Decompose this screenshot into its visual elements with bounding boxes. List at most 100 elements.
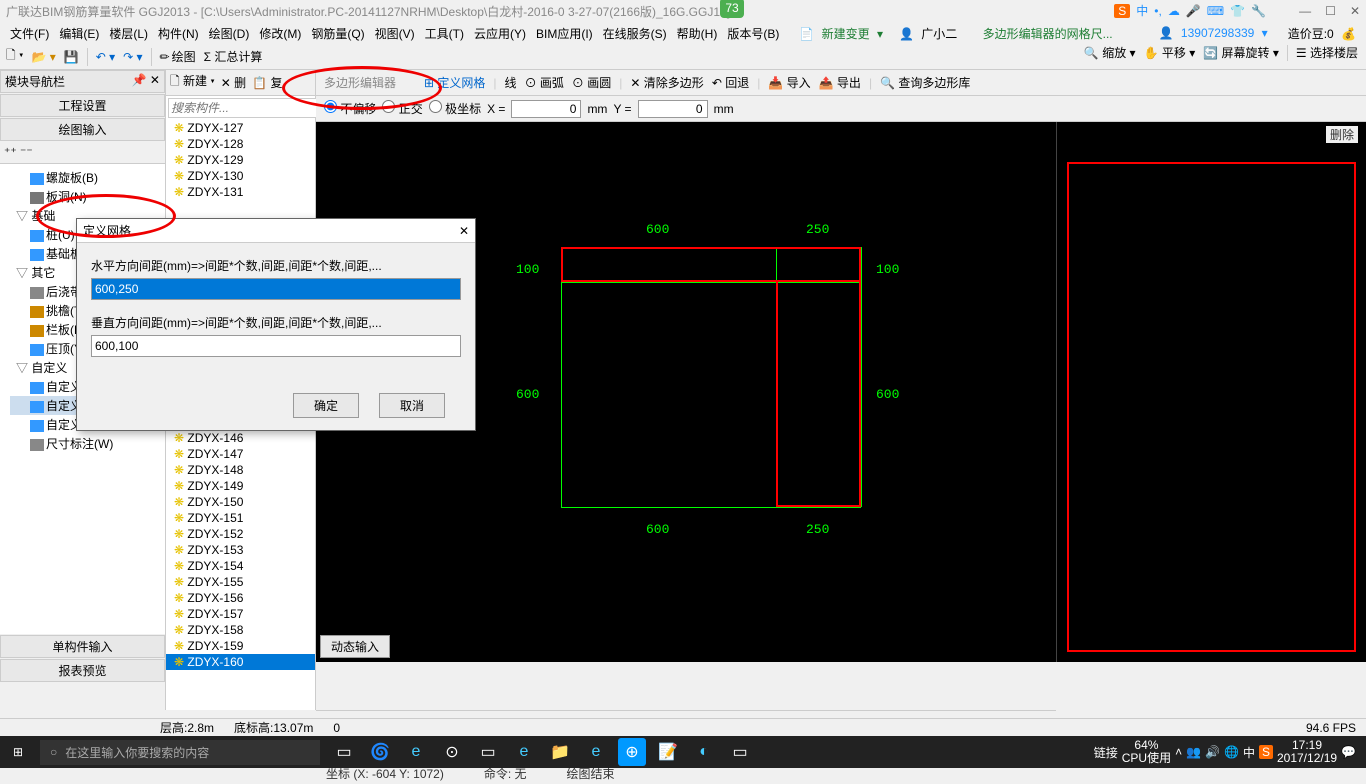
list-item[interactable]: ZDYX-129 (166, 152, 315, 168)
pan-button[interactable]: ✋ 平移 ▾ (1144, 44, 1196, 61)
ime-kbd-icon[interactable]: ⌨ (1207, 4, 1224, 18)
new-comp-button[interactable]: 🗋 新建 ▾ (170, 72, 215, 93)
app-icon-5[interactable]: 📝 (654, 738, 682, 766)
open-file-icon[interactable]: 📂 ▾ (31, 50, 55, 64)
list-item[interactable]: ZDYX-156 (166, 590, 315, 606)
pin-icon[interactable]: 📌 ✕ (132, 73, 160, 90)
list-item[interactable]: ZDYX-157 (166, 606, 315, 622)
list-item[interactable]: ZDYX-130 (166, 168, 315, 184)
menu-floor[interactable]: 楼层(L) (105, 23, 152, 44)
menu-help[interactable]: 帮助(H) (673, 23, 722, 44)
list-item[interactable]: ZDYX-146 (166, 430, 315, 446)
draw-button[interactable]: ✏ 绘图 (160, 48, 196, 65)
arc-button[interactable]: ⊙ 画弧 (525, 74, 564, 91)
menu-bim[interactable]: BIM应用(I) (532, 23, 597, 44)
search-input[interactable] (168, 98, 317, 118)
tree-item[interactable]: 板洞(N) (10, 187, 165, 206)
y-input[interactable] (638, 100, 708, 118)
tray-notif-icon[interactable]: 💬 (1341, 745, 1356, 759)
menu-draw[interactable]: 绘图(D) (205, 23, 254, 44)
menu-version[interactable]: 版本号(B) (723, 23, 783, 44)
task-view-icon[interactable]: ▭ (330, 738, 358, 766)
menu-cloud[interactable]: 云应用(Y) (470, 23, 530, 44)
ime-mic-icon[interactable]: 🎤 (1186, 4, 1201, 18)
tree-item[interactable]: 螺旋板(B) (10, 168, 165, 187)
no-offset-radio[interactable]: 不偏移 (324, 100, 376, 117)
tray-link[interactable]: 链接 (1094, 744, 1118, 761)
explorer-icon[interactable]: 📁 (546, 738, 574, 766)
save-icon[interactable]: 💾 (64, 50, 79, 64)
export-button[interactable]: 📤 导出 (819, 74, 861, 91)
app-icon-2[interactable]: ⊙ (438, 738, 466, 766)
phone-label[interactable]: 👤 13907298339 ▾ (1155, 24, 1272, 42)
list-item[interactable]: ZDYX-150 (166, 494, 315, 510)
list-item[interactable]: ZDYX-152 (166, 526, 315, 542)
start-button[interactable]: ⊞ (0, 745, 36, 759)
list-item[interactable]: ZDYX-149 (166, 478, 315, 494)
undo-icon[interactable]: ↶ ▾ (96, 50, 115, 64)
list-item[interactable]: ZDYX-158 (166, 622, 315, 638)
edge-icon[interactable]: e (402, 738, 430, 766)
polar-radio[interactable]: 极坐标 (429, 100, 481, 117)
dialog-close-icon[interactable]: ✕ (459, 224, 469, 238)
sum-button[interactable]: Σ 汇总计算 (204, 48, 263, 65)
menu-modify[interactable]: 修改(M) (255, 23, 305, 44)
tray-cn[interactable]: 中 (1243, 744, 1255, 761)
clear-button[interactable]: ✕ 清除多边形 (630, 74, 703, 91)
collapse-icon[interactable]: ⁻⁻ (20, 145, 33, 159)
close-button[interactable]: ✕ (1350, 4, 1360, 18)
new-change-button[interactable]: 📄 新建变更 ▾ (795, 23, 887, 44)
section-project[interactable]: 工程设置 (0, 94, 165, 117)
preview-canvas[interactable]: 删除 (1056, 122, 1366, 662)
back-button[interactable]: ↶ 回退 (712, 74, 749, 91)
dialog-ok-button[interactable]: 确定 (293, 393, 359, 418)
taskbar-search[interactable]: ○ 在这里输入你要搜索的内容 (40, 740, 320, 765)
ime-cloud-icon[interactable]: ☁ (1168, 4, 1180, 18)
ime-cn[interactable]: 中 (1136, 2, 1148, 19)
menu-edit[interactable]: 编辑(E) (55, 23, 103, 44)
menu-tool[interactable]: 工具(T) (421, 23, 468, 44)
menu-rebar[interactable]: 钢筋量(Q) (307, 23, 368, 44)
list-item[interactable]: ZDYX-151 (166, 510, 315, 526)
dialog-cancel-button[interactable]: 取消 (379, 393, 445, 418)
menu-file[interactable]: 文件(F) (6, 23, 53, 44)
h-spacing-input[interactable] (91, 278, 461, 300)
list-item[interactable]: ZDYX-159 (166, 638, 315, 654)
rotate-button[interactable]: 🔄 屏幕旋转 ▾ (1203, 44, 1279, 61)
section-draw-input[interactable]: 绘图输入 (0, 118, 165, 141)
user-label[interactable]: 👤 广小二 (895, 23, 965, 44)
ime-tool-icon[interactable]: 🔧 (1251, 4, 1266, 18)
expand-icon[interactable]: ⁺⁺ (4, 145, 17, 159)
new-file-icon[interactable]: 🗋 ▾ (6, 46, 23, 67)
app-icon-7[interactable]: ▭ (726, 738, 754, 766)
ie-icon[interactable]: e (582, 738, 610, 766)
app-icon-3[interactable]: ▭ (474, 738, 502, 766)
list-item[interactable]: ZDYX-147 (166, 446, 315, 462)
tray-sogou[interactable]: S (1259, 745, 1273, 759)
select-floor-button[interactable]: ☰ 选择楼层 (1296, 44, 1358, 61)
del-comp-button[interactable]: ✕ 删 (221, 74, 246, 91)
tray-vol-icon[interactable]: 🔊 (1205, 745, 1220, 759)
import-button[interactable]: 📥 导入 (768, 74, 810, 91)
redo-icon[interactable]: ↷ ▾ (123, 50, 142, 64)
tray-up-icon[interactable]: ˄ (1175, 745, 1182, 759)
delete-button[interactable]: 删除 (1326, 126, 1358, 143)
query-button[interactable]: 🔍 查询多边形库 (880, 74, 970, 91)
zoom-button[interactable]: 🔍 缩放 ▾ (1084, 44, 1136, 61)
list-item[interactable]: ZDYX-127 (166, 120, 315, 136)
list-item[interactable]: ZDYX-154 (166, 558, 315, 574)
menu-comp[interactable]: 构件(N) (154, 23, 203, 44)
app-icon-4[interactable]: ⊕ (618, 738, 646, 766)
list-item[interactable]: ZDYX-148 (166, 462, 315, 478)
list-item[interactable]: ZDYX-131 (166, 184, 315, 200)
section-single[interactable]: 单构件输入 (0, 635, 165, 658)
dynamic-input-button[interactable]: 动态输入 (320, 635, 390, 658)
tree-item[interactable]: 尺寸标注(W) (10, 434, 165, 453)
ortho-radio[interactable]: 正交 (382, 100, 422, 117)
minimize-button[interactable]: — (1299, 4, 1311, 18)
circle-button[interactable]: ⊙ 画圆 (572, 74, 611, 91)
ime-skin-icon[interactable]: 👕 (1230, 4, 1245, 18)
edge2-icon[interactable]: e (510, 738, 538, 766)
list-item[interactable]: ZDYX-160 (166, 654, 315, 670)
ime-icon[interactable]: •, (1154, 4, 1162, 18)
